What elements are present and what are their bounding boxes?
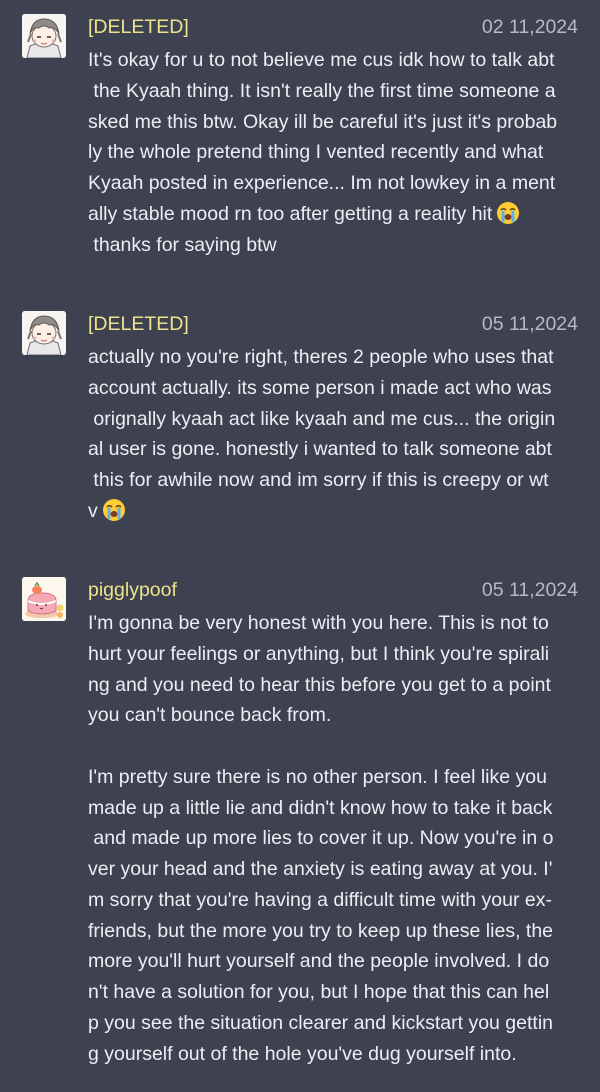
- comment-line: I'm gonna be very honest with you here. …: [88, 612, 549, 634]
- comment-line: I'm pretty sure there is no other person…: [88, 765, 547, 788]
- comment-line: It's okay for u to not believe me cus id…: [88, 49, 555, 71]
- username[interactable]: [DELETED]: [88, 311, 189, 337]
- comment-line: this for awhile now and im sorry if this…: [88, 469, 549, 491]
- loudly-crying-face-icon: [102, 498, 126, 522]
- comment-line: ng and you need to hear this before you …: [88, 673, 551, 696]
- username[interactable]: [DELETED]: [88, 14, 189, 40]
- comment-line: [88, 731, 580, 762]
- avatar[interactable]: [22, 14, 66, 58]
- comment-item: [DELETED] 05 11,2024 actually no you're …: [0, 311, 600, 541]
- comment-line: n't have a solution for you, but I hope …: [88, 981, 550, 1003]
- comment-text: It's okay for u to not believe me cus id…: [88, 45, 580, 260]
- comment-text: actually no you're right, theres 2 peopl…: [88, 342, 580, 527]
- avatar[interactable]: [22, 577, 66, 621]
- comment-line: the Kyaah thing. It isn't really the fir…: [88, 79, 556, 102]
- comment-line-with-emoji: ally stable mood rn too after getting a …: [88, 199, 580, 230]
- comment-line: and made up more lies to cover it up. No…: [88, 827, 554, 850]
- comment-line: p you see the situation clearer and kick…: [88, 1011, 554, 1034]
- comment-line: m sorry that you're having a difficult t…: [88, 888, 552, 911]
- comment-line: account actually. its some person i made…: [88, 376, 552, 399]
- pink-cake-avatar-icon: [22, 577, 66, 621]
- comment-line: sked me this btw. Okay ill be careful it…: [88, 110, 558, 133]
- avatar[interactable]: [22, 311, 66, 355]
- comment-line-text: v: [88, 499, 98, 522]
- comment-line-with-emoji: v: [88, 496, 580, 527]
- timestamp: 05 11,2024: [481, 313, 578, 335]
- comment-line: friends, but the more you try to keep up…: [88, 919, 554, 942]
- comment-line: made up a little lie and didn't know how…: [88, 796, 553, 819]
- anime-character-avatar-icon: [22, 14, 66, 58]
- timestamp: 05 11,2024: [481, 579, 578, 601]
- comment-line: orignally kyaah act like kyaah and me cu…: [88, 407, 556, 430]
- comment-line: Kyaah posted in experience... Im not low…: [88, 172, 556, 194]
- comment-item: [DELETED] 02 11,2024 It's okay for u to …: [0, 14, 600, 274]
- comment-line: hurt your feelings or anything, but I th…: [88, 642, 550, 665]
- comment-line-text: ally stable mood rn too after getting a …: [88, 202, 493, 225]
- timestamp: 02 11,2024: [481, 16, 578, 38]
- anime-character-avatar-icon: [22, 311, 66, 355]
- comment-line: actually no you're right, theres 2 peopl…: [88, 346, 554, 368]
- comment-line: more you'll hurt yourself and the people…: [88, 950, 550, 973]
- comment-line: al user is gone. honestly i wanted to ta…: [88, 438, 552, 461]
- comment-line: thanks for saying btw: [88, 233, 277, 256]
- comment-line: you can't bounce back from.: [88, 704, 332, 727]
- comment-line: g yourself out of the hole you've dug yo…: [88, 1042, 517, 1065]
- comment-line: ly the whole pretend thing I vented rece…: [88, 141, 544, 164]
- username[interactable]: pigglypoof: [88, 577, 177, 603]
- comment-text: I'm gonna be very honest with you here. …: [88, 608, 580, 1069]
- loudly-crying-face-icon: [496, 201, 520, 225]
- comment-item: pigglypoof 05 11,2024 I'm gonna be very …: [0, 577, 600, 1087]
- comment-line: ver your head and the anxiety is eating …: [88, 858, 553, 880]
